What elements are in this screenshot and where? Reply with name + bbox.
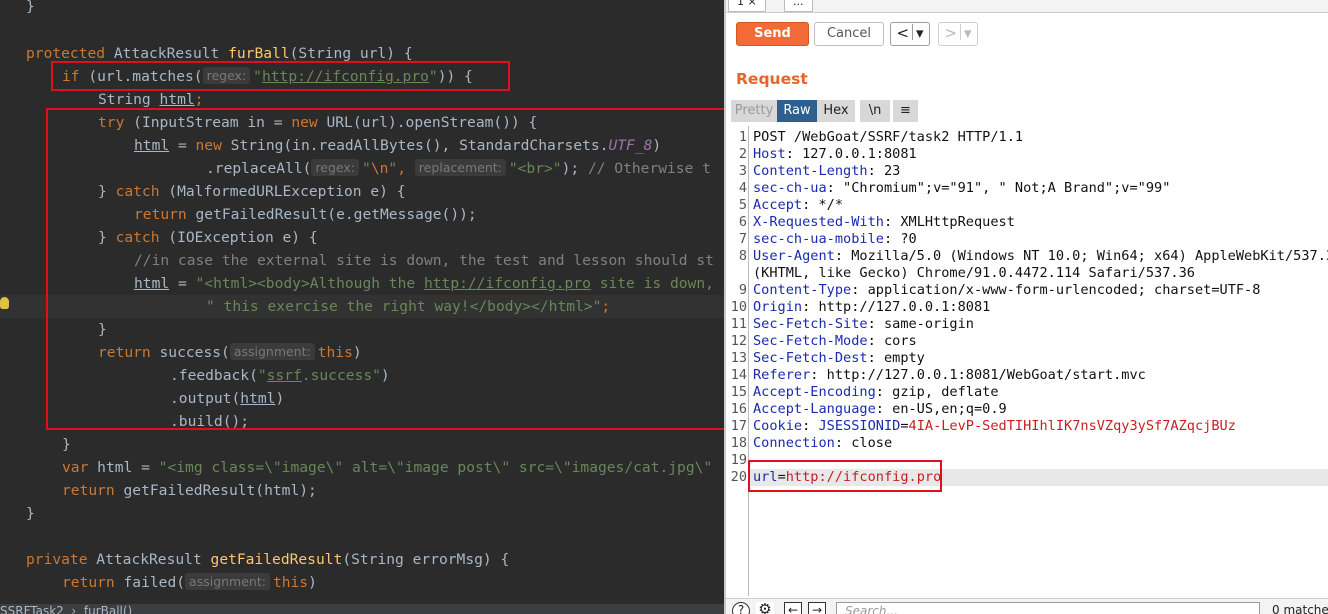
breadcrumb[interactable]: SSRFTask2 › furBall() — [0, 604, 724, 614]
line-number: 8 — [738, 248, 747, 264]
line-number: 12 — [730, 333, 747, 349]
request-header: sec-ch-ua: "Chromium";v="91", " Not;A Br… — [753, 180, 1171, 196]
request-header: Accept-Encoding: gzip, deflate — [753, 384, 999, 400]
lightbulb-icon[interactable] — [0, 297, 9, 309]
request-header: Host: 127.0.0.1:8081 — [753, 146, 917, 162]
repeater-tab-strip: 1 × ... — [726, 0, 1328, 13]
request-header: Content-Length: 23 — [753, 163, 901, 179]
chevron-down-icon: ▾ — [964, 24, 972, 42]
arrow-left-icon[interactable]: ← — [784, 602, 802, 614]
line-number: 11 — [730, 316, 747, 332]
request-header: X-Requested-With: XMLHttpRequest — [753, 214, 1015, 230]
request-header: Sec-Fetch-Dest: empty — [753, 350, 925, 366]
search-bar: ? ⚙ ← → Search... 0 matches — [726, 598, 1328, 614]
line-number: 19 — [730, 452, 747, 468]
history-forward-button[interactable]: > ▾ — [938, 22, 978, 46]
repeater-tab-new[interactable]: ... — [784, 0, 813, 12]
line-number: 1 — [738, 129, 747, 145]
arrow-right-icon: > — [944, 24, 958, 42]
line-number: 2 — [738, 146, 747, 162]
cancel-button[interactable]: Cancel — [814, 22, 884, 46]
line-number: 17 — [730, 418, 747, 434]
code-line: var html = "<img class=\"image\" alt=\"i… — [62, 459, 713, 476]
request-header: User-Agent: Mozilla/5.0 (Windows NT 10.0… — [753, 248, 1328, 264]
annotation-box-url-param — [748, 460, 942, 492]
burp-repeater-panel: 1 × ... Send Cancel < ▾ > ▾ Request Pretty… — [724, 0, 1328, 614]
request-title: Request — [736, 70, 808, 88]
line-number: 15 — [730, 384, 747, 400]
send-button[interactable]: Send — [736, 22, 809, 46]
request-header: Content-Type: application/x-www-form-url… — [753, 282, 1261, 298]
breadcrumb-method[interactable]: furBall() — [84, 604, 132, 614]
tab-raw[interactable]: Raw — [777, 100, 817, 122]
help-icon[interactable]: ? — [732, 602, 750, 614]
line-number: 7 — [738, 231, 747, 247]
parameter-hint: assignment: — [185, 573, 270, 590]
show-newlines-toggle[interactable]: \n — [860, 100, 890, 122]
line-number: 13 — [730, 350, 747, 366]
line-number: 4 — [738, 180, 747, 196]
request-header: Referer: http://127.0.0.1:8081/WebGoat/s… — [753, 367, 1146, 383]
request-header-continuation: (KHTML, like Gecko) Chrome/91.0.4472.114… — [753, 265, 1195, 281]
match-count: 0 matches — [1272, 603, 1328, 614]
line-number: 18 — [730, 435, 747, 451]
line-number: 3 — [738, 163, 747, 179]
request-line: POST /WebGoat/SSRF/task2 HTTP/1.1 — [753, 129, 1024, 145]
line-number: 20 — [730, 469, 747, 485]
code-line: private AttackResult getFailedResult(Str… — [26, 551, 510, 568]
request-header: Sec-Fetch-Mode: cors — [753, 333, 917, 349]
request-header: Connection: close — [753, 435, 893, 451]
request-header: Accept-Language: en-US,en;q=0.9 — [753, 401, 1007, 417]
chevron-right-icon: › — [63, 604, 84, 614]
menu-icon[interactable]: ≡ — [893, 100, 918, 122]
breadcrumb-class[interactable]: SSRFTask2 — [0, 604, 64, 614]
line-number: 5 — [738, 197, 747, 213]
code-line: } — [26, 505, 35, 522]
line-number: 16 — [730, 401, 747, 417]
history-back-button[interactable]: < ▾ — [890, 22, 930, 46]
request-editor[interactable]: 1 2 3 4 5 6 7 8 9 10 11 12 13 14 15 16 1… — [726, 126, 1328, 596]
line-number: 9 — [738, 282, 747, 298]
request-header: Origin: http://127.0.0.1:8081 — [753, 299, 991, 315]
request-header: sec-ch-ua-mobile: ?0 — [753, 231, 917, 247]
request-header: Sec-Fetch-Site: same-origin — [753, 316, 974, 332]
code-line: return getFailedResult(html); — [62, 482, 317, 499]
tab-pretty[interactable]: Pretty — [731, 100, 777, 122]
code-editor[interactable]: } protected AttackResult furBall(String … — [0, 0, 724, 614]
search-input[interactable]: Search... — [836, 602, 1260, 614]
line-number-gutter: 1 2 3 4 5 6 7 8 9 10 11 12 13 14 15 16 1… — [726, 126, 749, 596]
annotation-box-fetch-block — [46, 108, 724, 430]
arrow-left-icon: < — [896, 24, 910, 42]
annotation-box-url-check — [51, 61, 510, 91]
code-line: } — [26, 0, 35, 15]
request-header: Accept: */* — [753, 197, 844, 213]
code-line: } — [62, 436, 71, 453]
repeater-tab-1[interactable]: 1 × — [728, 0, 766, 12]
code-line: return failed(assignment: this) — [62, 573, 317, 591]
line-number: 10 — [730, 299, 747, 315]
gear-icon[interactable]: ⚙ — [756, 602, 774, 614]
request-header: Cookie: JSESSIONID=4IA-LevP-SedTIHIhlIK7… — [753, 418, 1236, 434]
line-number: 6 — [738, 214, 747, 230]
arrow-right-icon[interactable]: → — [808, 602, 826, 614]
chevron-down-icon: ▾ — [916, 24, 924, 42]
line-number: 14 — [730, 367, 747, 383]
tab-hex[interactable]: Hex — [817, 100, 855, 122]
